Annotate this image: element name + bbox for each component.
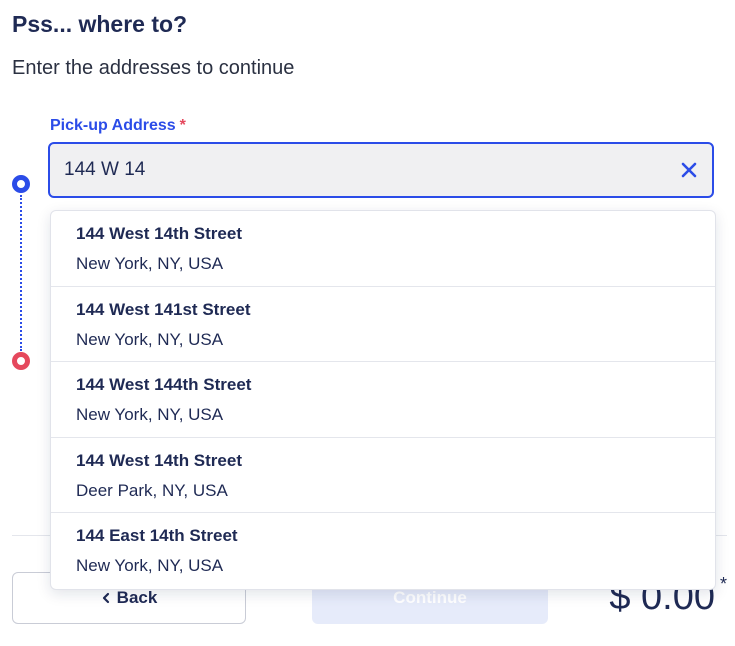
required-mark: * (179, 117, 186, 134)
suggestion-item[interactable]: 144 East 14th Street New York, NY, USA (51, 513, 715, 589)
address-suggestions: 144 West 14th Street New York, NY, USA 1… (50, 210, 716, 590)
pickup-input[interactable] (64, 144, 654, 196)
suggestion-street: 144 East 14th Street (76, 526, 238, 545)
chevron-left-icon (102, 592, 109, 604)
page-title: Pss... where to? (12, 11, 188, 37)
suggestion-locality: Deer Park, NY, USA (76, 480, 228, 500)
suggestion-locality: New York, NY, USA (76, 405, 224, 424)
suggestion-street: 144 West 14th Street (76, 224, 242, 243)
close-icon (681, 162, 697, 178)
suggestion-locality: New York, NY, USA (76, 329, 224, 349)
pickup-label: Pick-up Address * (50, 116, 186, 136)
page-subtitle: Enter the addresses to continue (12, 57, 295, 79)
suggestion-street: 144 West 141st Street (76, 299, 251, 319)
back-button-label: Back (116, 588, 158, 607)
route-connector (20, 195, 22, 351)
price-footnote-mark: * (719, 574, 727, 594)
pickup-label-text: Pick-up Address (50, 117, 176, 134)
suggestion-street: 144 West 14th Street (76, 450, 242, 470)
suggestion-item[interactable]: 144 West 144th Street New York, NY, USA (51, 362, 715, 438)
clear-button[interactable] (676, 157, 702, 183)
pickup-input-container (48, 142, 714, 198)
destination-marker-icon (12, 352, 30, 370)
origin-marker-icon (12, 175, 30, 193)
suggestion-locality: New York, NY, USA (76, 254, 224, 273)
suggestion-item[interactable]: 144 West 141st Street New York, NY, USA (51, 287, 715, 362)
suggestion-item[interactable]: 144 West 14th Street New York, NY, USA (51, 211, 715, 287)
suggestion-locality: New York, NY, USA (76, 556, 224, 575)
continue-button-label: Continue (393, 588, 467, 607)
suggestion-item[interactable]: 144 West 14th Street Deer Park, NY, USA (51, 438, 715, 513)
suggestion-street: 144 West 144th Street (76, 375, 252, 394)
